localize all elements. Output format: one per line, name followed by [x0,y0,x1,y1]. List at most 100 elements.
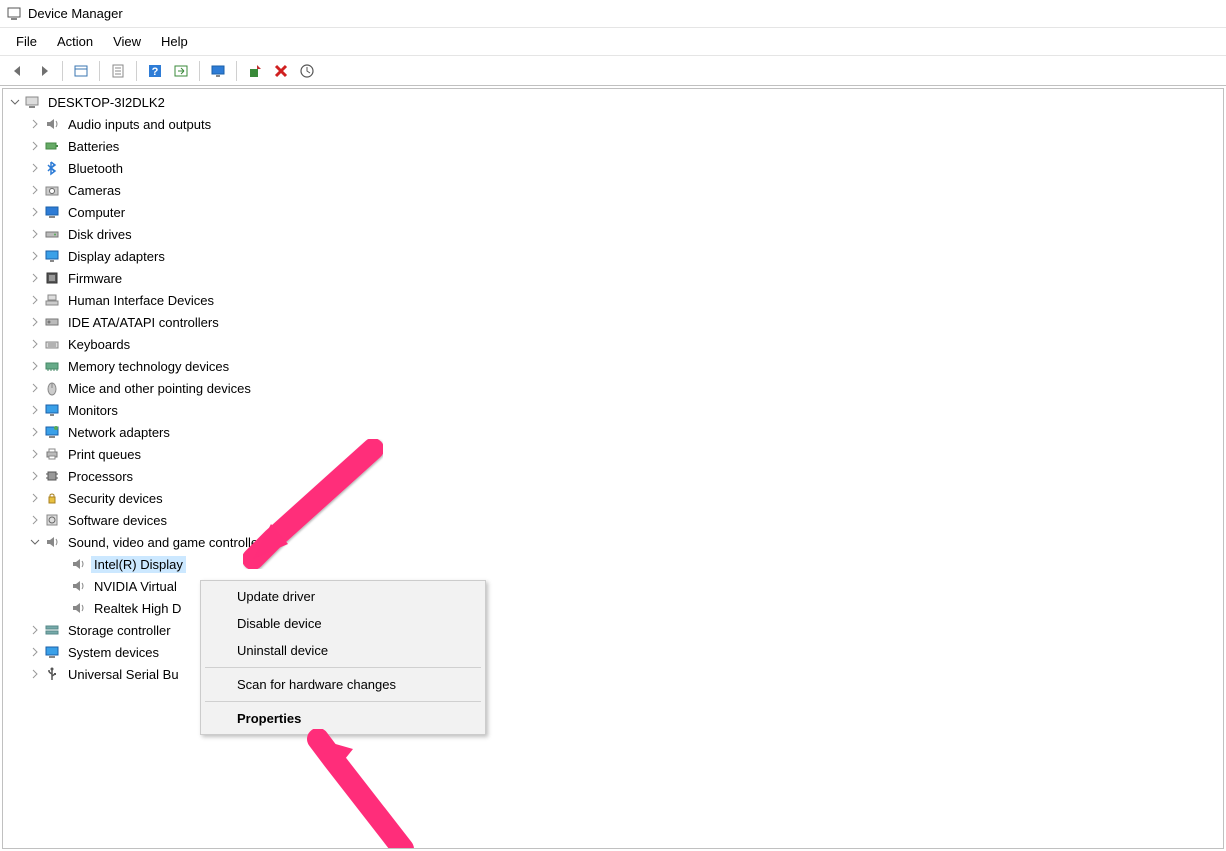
tree-category[interactable]: Security devices [3,487,1223,509]
monitor-button[interactable] [206,59,230,83]
tree-node-label: Mice and other pointing devices [65,380,254,397]
expander-icon[interactable] [27,446,43,462]
expander-icon[interactable] [27,622,43,638]
tree-node-label: Keyboards [65,336,133,353]
tree-category[interactable]: Keyboards [3,333,1223,355]
tree-node-label: Batteries [65,138,122,155]
tree-category[interactable]: Firmware [3,267,1223,289]
cm-update-driver[interactable]: Update driver [203,583,483,610]
annotation-arrow-2 [303,729,423,849]
titlebar: Device Manager [0,0,1226,28]
tree-node-label: Monitors [65,402,121,419]
tree-category[interactable]: Sound, video and game controllers [3,531,1223,553]
security-icon [43,490,61,506]
tree-category[interactable]: Mice and other pointing devices [3,377,1223,399]
tree-node-label: Display adapters [65,248,168,265]
expander-icon[interactable] [53,578,69,594]
tree-device[interactable]: NVIDIA Virtual [3,575,1223,597]
tree-category[interactable]: Human Interface Devices [3,289,1223,311]
help-button[interactable]: ? [143,59,167,83]
computer_root-icon [23,94,41,110]
expander-icon[interactable] [27,182,43,198]
tree-node-label: Realtek High D [91,600,184,617]
show-hidden-button[interactable] [69,59,93,83]
expander-icon[interactable] [27,490,43,506]
tree-category[interactable]: Processors [3,465,1223,487]
cm-uninstall-device[interactable]: Uninstall device [203,637,483,664]
action-button[interactable] [169,59,193,83]
bluetooth-icon [43,160,61,176]
expander-icon[interactable] [7,94,23,110]
expander-icon[interactable] [53,600,69,616]
expander-icon[interactable] [27,512,43,528]
tree-category[interactable]: Memory technology devices [3,355,1223,377]
expander-icon[interactable] [27,138,43,154]
tree-category[interactable]: Cameras [3,179,1223,201]
tree-category[interactable]: Monitors [3,399,1223,421]
network-icon [43,424,61,440]
update-driver-button[interactable] [243,59,267,83]
expander-icon[interactable] [53,556,69,572]
software-icon [43,512,61,528]
expander-icon[interactable] [27,358,43,374]
menu-help[interactable]: Help [151,30,198,53]
mouse-icon [43,380,61,396]
tree-category[interactable]: Print queues [3,443,1223,465]
expander-icon[interactable] [27,204,43,220]
tree-node-label: Bluetooth [65,160,126,177]
menu-file[interactable]: File [6,30,47,53]
expander-icon[interactable] [27,314,43,330]
tree-category[interactable]: Network adapters [3,421,1223,443]
tree-root[interactable]: DESKTOP-3I2DLK2 [3,91,1223,113]
expander-icon[interactable] [27,644,43,660]
tree-category[interactable]: Bluetooth [3,157,1223,179]
expander-icon[interactable] [27,402,43,418]
cm-disable-device[interactable]: Disable device [203,610,483,637]
tree-category[interactable]: Disk drives [3,223,1223,245]
menu-view[interactable]: View [103,30,151,53]
expander-icon[interactable] [27,424,43,440]
speaker-icon [43,116,61,132]
scan-button[interactable] [295,59,319,83]
window-title: Device Manager [28,6,123,21]
tree-node-label: NVIDIA Virtual [91,578,180,595]
tree-category[interactable]: Computer [3,201,1223,223]
uninstall-button[interactable] [269,59,293,83]
back-button[interactable] [6,59,30,83]
expander-icon[interactable] [27,666,43,682]
tree-node-label: Security devices [65,490,166,507]
tree-node-label: Audio inputs and outputs [65,116,214,133]
tree-device[interactable]: Realtek High D [3,597,1223,619]
tree-device[interactable]: Intel(R) Display [3,553,1223,575]
toolbar-separator [236,61,237,81]
tree-category[interactable]: Display adapters [3,245,1223,267]
forward-button[interactable] [32,59,56,83]
expander-icon[interactable] [27,116,43,132]
cm-separator [205,701,481,702]
tree-category[interactable]: Audio inputs and outputs [3,113,1223,135]
expander-icon[interactable] [27,226,43,242]
tree-node-label: Computer [65,204,128,221]
expander-icon[interactable] [27,248,43,264]
tree-category[interactable]: Universal Serial Bu [3,663,1223,685]
camera-icon [43,182,61,198]
device-tree[interactable]: DESKTOP-3I2DLK2 Audio inputs and outputs B… [3,89,1223,687]
cm-scan-hardware[interactable]: Scan for hardware changes [203,671,483,698]
expander-icon[interactable] [27,160,43,176]
expander-icon[interactable] [27,292,43,308]
battery-icon [43,138,61,154]
cm-properties[interactable]: Properties [203,705,483,732]
tree-category[interactable]: System devices [3,641,1223,663]
tree-category[interactable]: IDE ATA/ATAPI controllers [3,311,1223,333]
properties-button[interactable] [106,59,130,83]
expander-icon[interactable] [27,270,43,286]
tree-node-label: Memory technology devices [65,358,232,375]
expander-icon[interactable] [27,468,43,484]
expander-icon[interactable] [27,380,43,396]
expander-icon[interactable] [27,534,43,550]
tree-category[interactable]: Software devices [3,509,1223,531]
menu-action[interactable]: Action [47,30,103,53]
expander-icon[interactable] [27,336,43,352]
tree-category[interactable]: Batteries [3,135,1223,157]
tree-category[interactable]: Storage controller [3,619,1223,641]
